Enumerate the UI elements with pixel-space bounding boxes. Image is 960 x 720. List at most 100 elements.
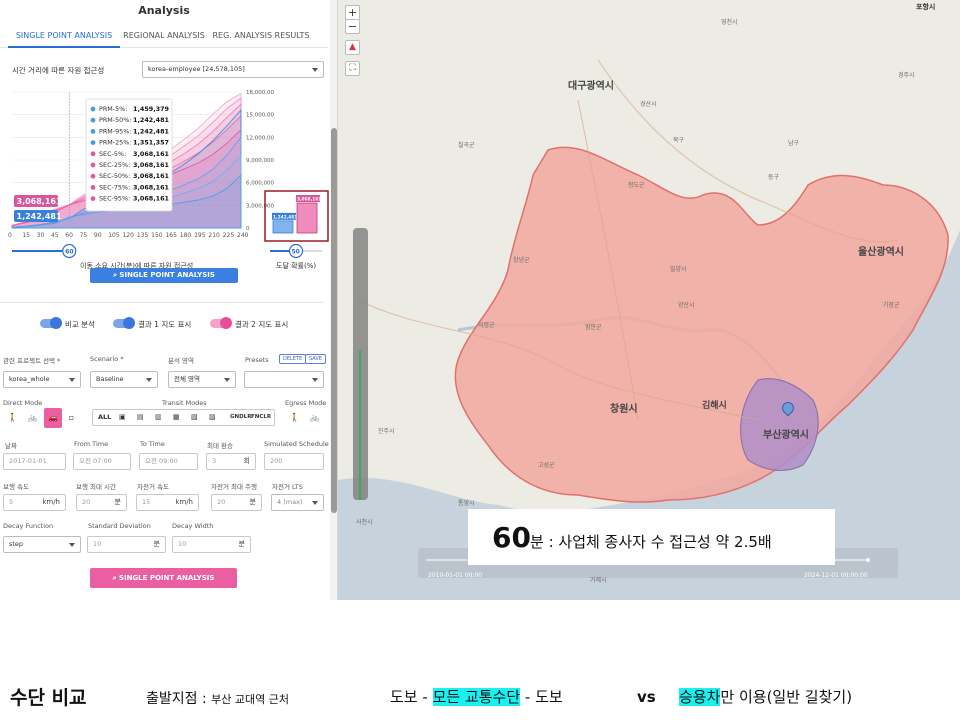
tooltip-label: SEC-50%: <box>99 172 130 180</box>
tab-single-point[interactable]: SINGLE POINT ANALYSIS <box>8 26 120 48</box>
egress-walk-icon[interactable]: 🚶 <box>287 410 302 425</box>
fullscreen-icon[interactable]: ⛶ <box>345 61 360 76</box>
place-label: 영천시 <box>721 19 738 26</box>
to-time-label: To Time <box>140 440 165 448</box>
annotation-box: 60 분 : 사업체 종사자 수 접근성 약 2.5배 <box>468 509 835 565</box>
caption-origin-place: 부산 교대역 근처 <box>211 693 289 706</box>
transit-gndlr-button[interactable]: GNDLR <box>230 410 251 425</box>
x-tick-label: 195 <box>194 232 206 239</box>
single-point-bottom-label: SINGLE POINT ANALYSIS <box>118 574 215 582</box>
transit-all-button[interactable]: ALL <box>98 410 111 425</box>
presets-select[interactable] <box>244 371 324 388</box>
ferry-icon[interactable]: ▧ <box>191 410 198 425</box>
caption-mode1-highlight: 모든 교통수단 <box>432 688 521 706</box>
bike-lts-label: 자전거 LTS <box>272 483 303 491</box>
walk-speed-unit: km/h <box>42 498 60 506</box>
walk-speed-value: 5 <box>9 498 14 506</box>
project-select[interactable]: korea_whole <box>3 371 81 388</box>
place-label: 양산시 <box>678 302 695 309</box>
simulated-schedule-input[interactable]: 200 <box>264 453 324 470</box>
delete-preset-button[interactable]: DELETE <box>279 354 307 364</box>
bike-time-value: 20 <box>217 498 226 506</box>
max-transfer-input[interactable]: 3회 <box>206 453 256 470</box>
place-label: 통영시 <box>458 500 475 507</box>
zoom-in-button[interactable]: + <box>345 5 360 20</box>
x-tick-label: 150 <box>151 232 163 239</box>
toggle-result2-map[interactable] <box>210 317 232 329</box>
bike-time-label: 자전거 최대 주행 <box>211 483 257 491</box>
walk-speed-input[interactable]: 5 km/h <box>3 494 66 511</box>
x-tick-label: 225 <box>223 232 235 239</box>
tab-regional-results[interactable]: REG. ANALYSIS RESULTS <box>208 26 314 48</box>
max-transfer-value: 3 <box>212 457 217 465</box>
panel-scrollbar[interactable] <box>330 0 337 600</box>
tram-icon[interactable]: ▤ <box>137 410 144 425</box>
tooltip-label: PRM-25%: <box>99 139 131 147</box>
scooter-mode-icon[interactable]: ▫ <box>64 410 79 425</box>
chevron-down-icon <box>312 68 318 72</box>
save-preset-button[interactable]: SAVE <box>305 354 326 364</box>
scenario-label: Scenario * <box>90 355 124 363</box>
place-label: 함안군 <box>585 324 602 331</box>
dataset-select[interactable]: korea-employee [24,578,105] <box>142 61 324 78</box>
from-time-input[interactable]: 오전 07:00 <box>73 453 131 470</box>
place-label: 북구 <box>673 137 685 144</box>
panel-title: Analysis <box>138 4 190 17</box>
scrollbar-thumb[interactable] <box>331 128 337 513</box>
subway-icon[interactable]: ▥ <box>155 410 162 425</box>
tooltip-value: 1,459,379 <box>133 105 170 113</box>
decay-function-select[interactable]: step <box>3 536 81 553</box>
to-time-input[interactable]: 오전 09:00 <box>139 453 198 470</box>
tooltip-label: SEC-25%: <box>99 161 130 169</box>
toggle-result1-map[interactable] <box>113 317 135 329</box>
bike-lts-select[interactable]: 4 (max) <box>271 494 324 511</box>
bike-speed-label: 자전거 속도 <box>137 483 169 491</box>
toggle-compare[interactable] <box>40 317 62 329</box>
single-point-analysis-button[interactable]: ⌕ SINGLE POINT ANALYSIS <box>90 568 237 588</box>
date-input[interactable]: 2017-01-01 <box>3 453 66 470</box>
bike-mode-icon[interactable]: 🚲 <box>25 410 40 425</box>
cable-car-icon[interactable]: ▨ <box>209 410 216 425</box>
x-tick-label: 120 <box>123 232 135 239</box>
bike-speed-input[interactable]: 15 km/h <box>136 494 199 511</box>
map-view[interactable]: + − ▲ ⛶ 대구광역시 울산광역시 창원시 김해시 부산광역시 포항시 영천… <box>338 0 960 600</box>
scenario-select[interactable]: Baseline <box>90 371 158 388</box>
tooltip-value: 3,068,161 <box>133 183 169 191</box>
rail-icon[interactable]: ▦ <box>173 410 180 425</box>
single-point-analysis-button-top[interactable]: ⌕ SINGLE POINT ANALYSIS <box>90 268 238 283</box>
caption-title: 수단 비교 <box>10 687 87 709</box>
bus-icon[interactable]: ▣ <box>119 410 126 425</box>
egress-bike-icon[interactable]: 🚲 <box>307 410 322 425</box>
tooltip-dot <box>90 140 96 145</box>
area-select[interactable]: 전체 영역 <box>168 371 236 388</box>
x-tick-label: 105 <box>108 232 120 239</box>
probability-axis-label: 도달 확률(%) <box>276 261 316 270</box>
scenario-select-value: Baseline <box>96 375 124 383</box>
tooltip-dot <box>90 173 96 179</box>
x-tick-label: 75 <box>80 232 88 239</box>
place-label: 동구 <box>768 174 780 181</box>
walk-time-input[interactable]: 20 분 <box>76 494 127 511</box>
car-mode-icon[interactable]: 🚗 <box>44 408 62 428</box>
zoom-out-button[interactable]: − <box>345 19 360 34</box>
tooltip-label: PRM-5%: <box>99 105 127 113</box>
x-tick-label: 165 <box>165 232 177 239</box>
compass-icon[interactable]: ▲ <box>345 40 360 55</box>
x-tick-label: 45 <box>51 232 59 239</box>
std-dev-input[interactable]: 10 분 <box>87 536 166 553</box>
caption-mode-car: 승용차만 이용(일반 길찾기) <box>679 686 852 707</box>
city-label: 울산광역시 <box>858 247 904 258</box>
max-transfer-unit: 회 <box>243 457 250 465</box>
area-label: 분석 영역 <box>168 357 194 365</box>
tab-regional[interactable]: REGIONAL ANALYSIS <box>120 26 208 48</box>
walk-mode-icon[interactable]: 🚶 <box>5 410 20 425</box>
place-label: 거제시 <box>590 577 607 584</box>
transit-fnclr-button[interactable]: FNCLR <box>251 410 271 425</box>
chevron-down-icon <box>312 378 318 382</box>
timeline-start-label: 2010-01-01 00:00 <box>428 572 483 579</box>
tooltip-dot <box>90 162 96 168</box>
decay-width-input[interactable]: 10 분 <box>172 536 251 553</box>
analysis-tabs: SINGLE POINT ANALYSIS REGIONAL ANALYSIS … <box>0 26 328 48</box>
bike-time-input[interactable]: 20 분 <box>211 494 262 511</box>
place-label: 기장군 <box>883 302 900 309</box>
